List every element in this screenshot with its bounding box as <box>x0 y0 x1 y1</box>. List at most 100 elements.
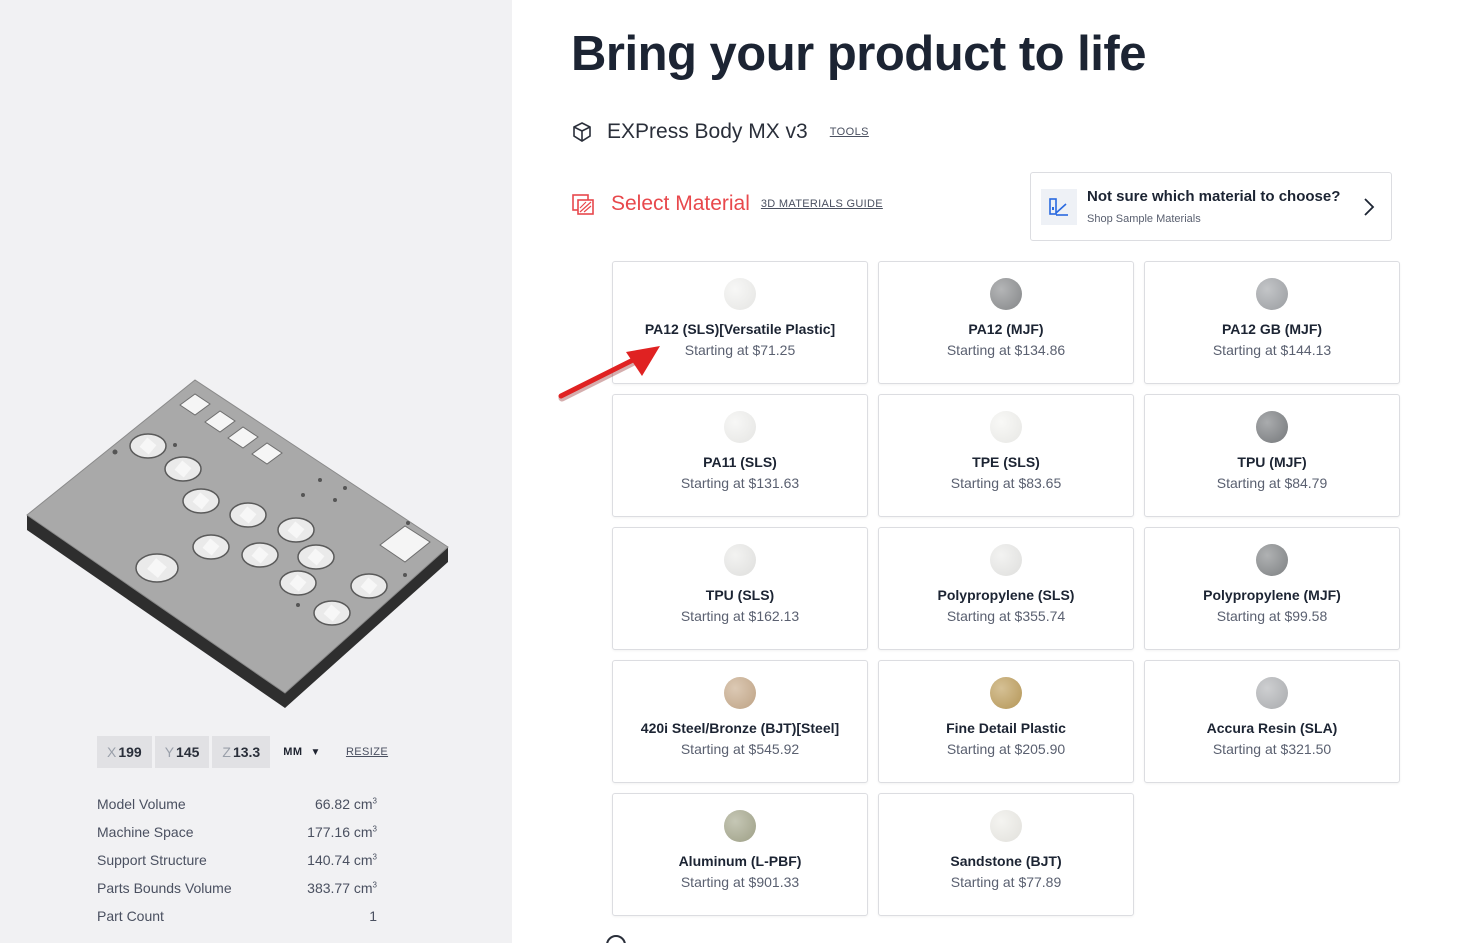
material-price: Starting at $131.63 <box>680 475 800 491</box>
part-header: EXPress Body MX v3 TOOLS <box>571 120 869 144</box>
material-card[interactable]: Sandstone (BJT) Starting at $77.89 <box>878 793 1134 916</box>
material-card[interactable]: TPE (SLS) Starting at $83.65 <box>878 394 1134 517</box>
material-name: TPE (SLS) <box>972 454 1040 470</box>
stat-unit-exponent: 3 <box>372 824 377 834</box>
material-card[interactable]: Polypropylene (MJF) Starting at $99.58 <box>1144 527 1400 650</box>
sample-materials-card[interactable]: Not sure which material to choose? Shop … <box>1030 172 1392 241</box>
x-axis-label: X <box>107 744 117 760</box>
chevron-right-icon <box>1364 197 1375 216</box>
stat-label: Part Count <box>97 908 164 924</box>
caret-down-icon: ▼ <box>310 746 321 758</box>
material-price: Starting at $84.79 <box>1216 475 1328 491</box>
material-name: TPU (SLS) <box>705 587 775 603</box>
unit-value: MM <box>283 746 303 758</box>
stat-value: 66.82 cm <box>314 796 373 812</box>
help-subtitle: Shop Sample Materials <box>1087 213 1201 225</box>
material-name: Aluminum (L-PBF) <box>678 853 802 869</box>
material-icon <box>572 194 594 215</box>
stat-value: 383.77 cm <box>307 880 373 896</box>
y-axis-label: Y <box>164 744 175 760</box>
z-axis-label: Z <box>222 744 231 760</box>
material-price: Starting at $99.58 <box>1216 608 1328 624</box>
stat-label: Machine Space <box>97 824 194 840</box>
z-value: 13.3 <box>232 744 261 760</box>
dimension-y[interactable]: Y 145 <box>154 736 210 768</box>
stat-unit-exponent: 3 <box>372 852 377 862</box>
material-swatch <box>724 278 756 310</box>
material-card[interactable]: Aluminum (L-PBF) Starting at $901.33 <box>612 793 868 916</box>
material-card[interactable]: Polypropylene (SLS) Starting at $355.74 <box>878 527 1134 650</box>
material-swatch <box>990 411 1022 443</box>
material-price: Starting at $205.90 <box>946 741 1066 757</box>
material-card[interactable]: Accura Resin (SLA) Starting at $321.50 <box>1144 660 1400 783</box>
material-card[interactable]: Fine Detail Plastic Starting at $205.90 <box>878 660 1134 783</box>
help-question: Not sure which material to choose? <box>1087 188 1341 205</box>
resize-link[interactable]: RESIZE <box>346 746 388 758</box>
material-swatch <box>1256 677 1288 709</box>
material-price: Starting at $83.65 <box>950 475 1062 491</box>
cube-icon <box>573 122 591 142</box>
material-price: Starting at $144.13 <box>1212 342 1332 358</box>
material-price: Starting at $901.33 <box>680 874 800 890</box>
material-price: Starting at $162.13 <box>680 608 800 624</box>
model-3d-preview[interactable] <box>20 370 460 720</box>
unit-select[interactable]: MM ▼ <box>283 746 321 758</box>
material-card[interactable]: PA12 GB (MJF) Starting at $144.13 <box>1144 261 1400 384</box>
x-value: 199 <box>118 744 142 760</box>
material-swatch <box>724 677 756 709</box>
material-name: PA12 GB (MJF) <box>1221 321 1323 337</box>
material-price: Starting at $321.50 <box>1212 741 1332 757</box>
material-swatch <box>990 810 1022 842</box>
red-arrow-annotation <box>558 346 660 402</box>
material-card[interactable]: 420i Steel/Bronze (BJT)[Steel] Starting a… <box>612 660 868 783</box>
select-material-title: Select Material <box>611 192 750 215</box>
stat-label: Parts Bounds Volume <box>97 880 232 896</box>
material-name: Polypropylene (SLS) <box>937 587 1075 603</box>
page-title: Bring your product to life <box>571 27 1146 81</box>
stat-value: 140.74 cm <box>307 852 373 868</box>
material-swatch <box>990 278 1022 310</box>
info-icon <box>606 935 626 943</box>
stat-value-wrap: 1 <box>369 908 377 924</box>
material-price: Starting at $77.89 <box>950 874 1062 890</box>
stat-row: Part Count 1 <box>97 902 377 930</box>
material-swatch <box>990 544 1022 576</box>
material-card[interactable]: PA12 (MJF) Starting at $134.86 <box>878 261 1134 384</box>
material-name: PA11 (SLS) <box>703 454 777 470</box>
stat-value: 1 <box>369 908 377 924</box>
model-preview-panel: X 199 Y 145 Z 13.3 MM ▼ RESIZE Model Vol… <box>0 0 512 943</box>
dimension-x[interactable]: X 199 <box>97 736 152 768</box>
tools-link[interactable]: TOOLS <box>830 126 869 138</box>
material-card[interactable]: TPU (SLS) Starting at $162.13 <box>612 527 868 650</box>
material-name: Sandstone (BJT) <box>950 853 1062 869</box>
material-name: Fine Detail Plastic <box>946 720 1066 736</box>
part-name: EXPress Body MX v3 <box>607 120 808 143</box>
dimension-controls: X 199 Y 145 Z 13.3 MM ▼ RESIZE <box>97 736 388 768</box>
material-name: TPU (MJF) <box>1237 454 1307 470</box>
y-value: 145 <box>176 744 200 760</box>
stat-row: Parts Bounds Volume 383.77 cm3 <box>97 874 377 902</box>
material-name: Accura Resin (SLA) <box>1206 720 1338 736</box>
stat-value-wrap: 140.74 cm3 <box>307 852 377 868</box>
select-material-header: Select Material 3D MATERIALS GUIDE <box>571 192 883 216</box>
dimension-z[interactable]: Z 13.3 <box>212 736 271 768</box>
materials-guide-link[interactable]: 3D MATERIALS GUIDE <box>761 198 883 210</box>
material-swatch <box>1256 278 1288 310</box>
sample-materials-icon <box>1041 188 1077 225</box>
stat-unit-exponent: 3 <box>372 796 377 806</box>
stat-value-wrap: 66.82 cm3 <box>315 796 377 812</box>
material-name: PA12 (SLS)[Versatile Plastic] <box>644 321 836 337</box>
material-name: Polypropylene (MJF) <box>1203 587 1341 603</box>
stat-value-wrap: 177.16 cm3 <box>307 824 377 840</box>
stat-unit-exponent: 3 <box>372 880 377 890</box>
material-name: 420i Steel/Bronze (BJT)[Steel] <box>640 720 840 736</box>
material-card[interactable]: TPU (MJF) Starting at $84.79 <box>1144 394 1400 517</box>
material-card[interactable]: PA11 (SLS) Starting at $131.63 <box>612 394 868 517</box>
material-swatch <box>1256 411 1288 443</box>
stat-row: Support Structure 140.74 cm3 <box>97 846 377 874</box>
material-name: PA12 (MJF) <box>968 321 1044 337</box>
stat-label: Support Structure <box>97 852 207 868</box>
material-price: Starting at $355.74 <box>946 608 1066 624</box>
stat-value: 177.16 cm <box>307 824 373 840</box>
stat-label: Model Volume <box>97 796 186 812</box>
